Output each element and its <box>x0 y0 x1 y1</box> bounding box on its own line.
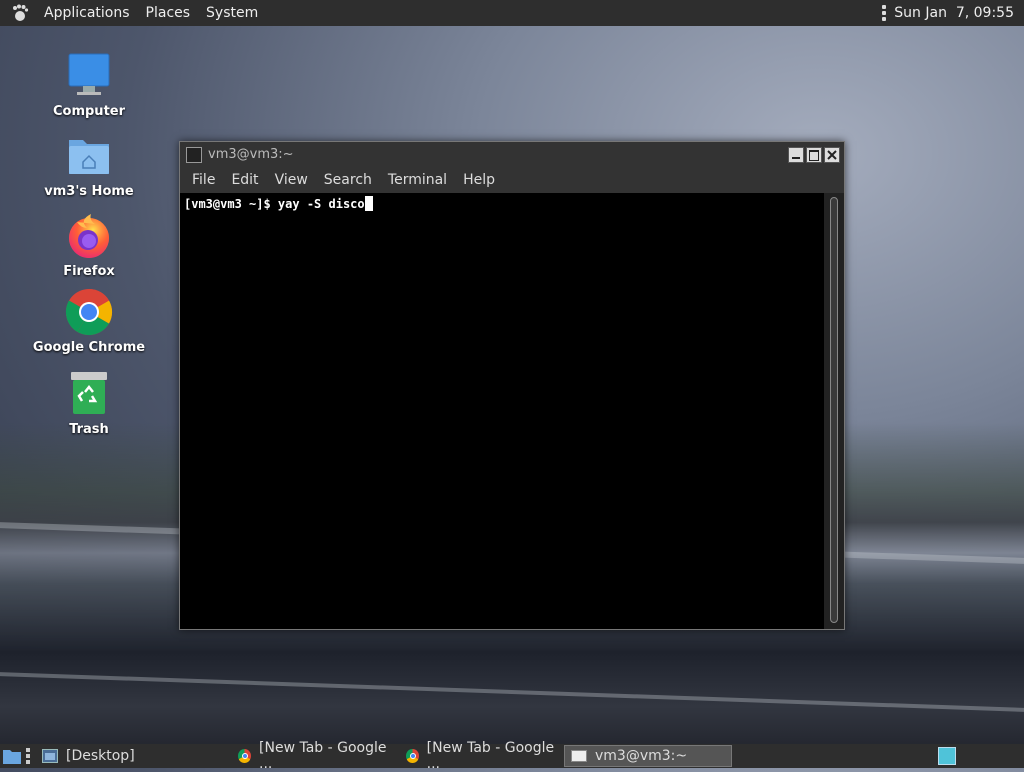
desktop-icon-label: vm3's Home <box>44 184 134 199</box>
task-label: vm3@vm3:~ <box>595 748 688 764</box>
top-panel: Applications Places System Sun Jan 7, 09… <box>0 0 1024 26</box>
task-desktop[interactable]: [Desktop] <box>36 745 232 767</box>
menu-view[interactable]: View <box>267 172 316 188</box>
command-line: [vm3@vm3 ~]$ yay -S disco <box>184 197 365 211</box>
menu-applications[interactable]: Applications <box>36 5 138 21</box>
task-label: [New Tab - Google ... <box>259 740 387 772</box>
clock[interactable]: Sun Jan 7, 09:55 <box>894 5 1014 21</box>
menu-places[interactable]: Places <box>138 5 199 21</box>
terminal-icon <box>571 750 587 762</box>
chrome-icon <box>406 749 419 763</box>
desktop-icon-trash[interactable]: Trash <box>30 370 148 437</box>
home-folder-icon <box>65 132 113 180</box>
window-title: vm3@vm3:~ <box>208 147 294 162</box>
title-bar[interactable]: vm3@vm3:~ <box>180 142 844 167</box>
scrollbar[interactable] <box>824 193 844 629</box>
terminal-menubar: File Edit View Search Terminal Help <box>180 167 844 193</box>
computer-icon <box>65 52 113 100</box>
desktop-icon-label: Google Chrome <box>32 340 146 355</box>
desktop-icon-label: Firefox <box>63 264 115 279</box>
chrome-icon <box>65 288 113 336</box>
desktop-icon-computer[interactable]: Computer <box>30 52 148 119</box>
trash-icon <box>65 370 113 418</box>
task-terminal[interactable]: vm3@vm3:~ <box>564 745 732 767</box>
menu-help[interactable]: Help <box>455 172 503 188</box>
menu-terminal[interactable]: Terminal <box>380 172 455 188</box>
desktop-icon <box>42 749 58 763</box>
close-button[interactable] <box>824 146 840 163</box>
maximize-button[interactable] <box>806 146 822 163</box>
task-chrome-2[interactable]: [New Tab - Google ... <box>400 740 564 772</box>
gnome-foot-icon[interactable] <box>10 3 30 23</box>
menu-file[interactable]: File <box>184 172 223 188</box>
bottom-panel: [Desktop] [New Tab - Google ... [New Tab… <box>0 740 1024 772</box>
chrome-icon <box>238 749 252 763</box>
desktop-icon-firefox[interactable]: Firefox <box>30 212 148 279</box>
task-chrome-1[interactable]: [New Tab - Google ... <box>232 740 400 772</box>
menu-search[interactable]: Search <box>316 172 380 188</box>
desktop-icon-label: Computer <box>52 104 126 119</box>
workspace-switcher[interactable] <box>938 747 956 765</box>
task-label: [New Tab - Google ... <box>426 740 555 772</box>
scroll-thumb[interactable] <box>830 197 838 623</box>
desktop-icon-home[interactable]: vm3's Home <box>30 132 148 199</box>
wallpaper-streak <box>0 672 1024 712</box>
text-cursor <box>364 196 373 211</box>
menu-system[interactable]: System <box>198 5 266 21</box>
panel-menu-icon[interactable] <box>882 5 887 21</box>
task-label: [Desktop] <box>66 748 135 764</box>
minimize-button[interactable] <box>788 146 804 163</box>
firefox-icon <box>65 212 113 260</box>
show-desktop-icon[interactable] <box>2 746 22 766</box>
handle-icon[interactable] <box>26 748 32 764</box>
terminal-output[interactable]: [vm3@vm3 ~]$ yay -S disco <box>180 193 824 629</box>
desktop-icon-chrome[interactable]: Google Chrome <box>30 288 148 355</box>
terminal-window[interactable]: vm3@vm3:~ File Edit View Search Terminal… <box>179 141 845 630</box>
desktop-icon-label: Trash <box>69 422 109 437</box>
terminal-icon <box>186 146 202 163</box>
menu-edit[interactable]: Edit <box>223 172 266 188</box>
